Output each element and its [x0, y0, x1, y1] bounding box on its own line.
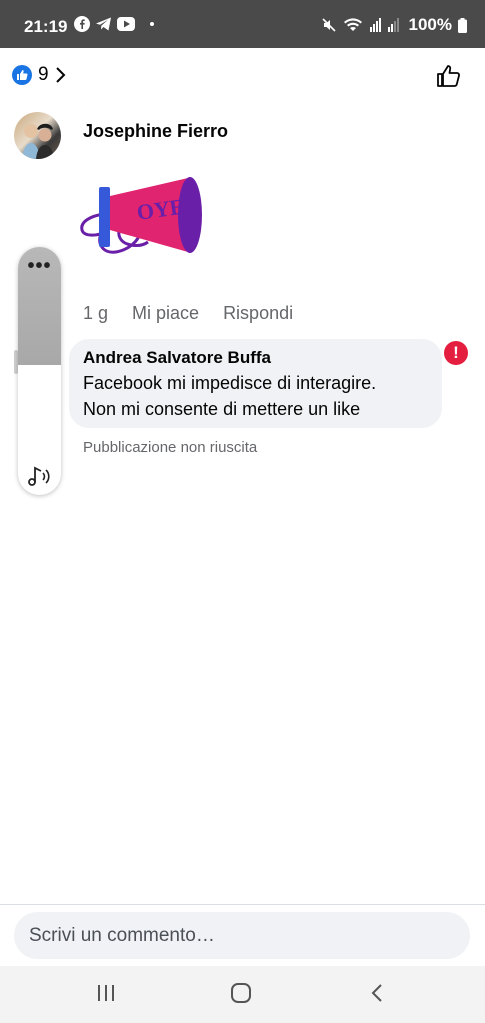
battery-percent: 100%	[408, 15, 452, 34]
reaction-summary[interactable]: 9	[12, 64, 67, 86]
comment-input[interactable]	[14, 912, 470, 959]
mute-icon	[321, 18, 336, 32]
notification-dot	[150, 22, 154, 26]
like-comment-button[interactable]: Mi piace	[132, 303, 199, 324]
status-system-icons: 100%	[321, 15, 467, 35]
comment-time: 1 g	[83, 303, 109, 323]
youtube-icon	[117, 17, 135, 31]
status-time: 21:19	[24, 17, 68, 36]
recent-apps-icon[interactable]	[95, 982, 117, 1004]
battery-icon	[458, 17, 467, 33]
comment-text-line-2: Non mi consente di mettere un like	[83, 399, 361, 419]
error-icon[interactable]: !	[444, 341, 468, 365]
status-bar: 21:19 100%	[0, 0, 485, 48]
post-author-name[interactable]: Josephine Fierro	[83, 121, 228, 142]
like-post-button[interactable]	[436, 64, 461, 93]
like-count: 9	[38, 64, 49, 85]
telegram-icon	[96, 17, 111, 31]
megaphone-sticker[interactable]: OYE!	[70, 172, 210, 277]
composer-divider	[0, 904, 485, 905]
more-options-icon[interactable]: •••	[18, 256, 61, 276]
comment-text-line-1: Facebook mi impedisce di interagire.	[83, 373, 377, 393]
publish-failed-status: Pubblicazione non riuscita	[83, 439, 258, 456]
comment-actions: 1 g Mi piace Rispondi	[83, 303, 293, 324]
author-avatar[interactable]	[14, 112, 61, 159]
like-reaction-icon	[12, 65, 32, 85]
home-icon[interactable]	[230, 982, 252, 1004]
chevron-right-icon	[55, 67, 65, 83]
avatar-photo	[22, 123, 54, 159]
wifi-icon	[343, 18, 362, 31]
thumbs-up-outline-icon	[437, 65, 460, 87]
back-icon[interactable]	[367, 982, 389, 1004]
status-app-icons	[74, 16, 154, 32]
signal-icon	[369, 18, 399, 32]
comment-bubble[interactable]: Andrea Salvatore Buffa Facebook mi imped…	[69, 339, 442, 428]
system-nav-bar	[0, 966, 485, 1023]
music-sound-icon[interactable]	[27, 465, 53, 487]
facebook-icon	[74, 16, 90, 32]
comment-author-name[interactable]: Andrea Salvatore Buffa	[83, 348, 428, 368]
reply-button[interactable]: Rispondi	[223, 303, 293, 324]
floating-media-panel[interactable]: •••	[18, 247, 61, 495]
